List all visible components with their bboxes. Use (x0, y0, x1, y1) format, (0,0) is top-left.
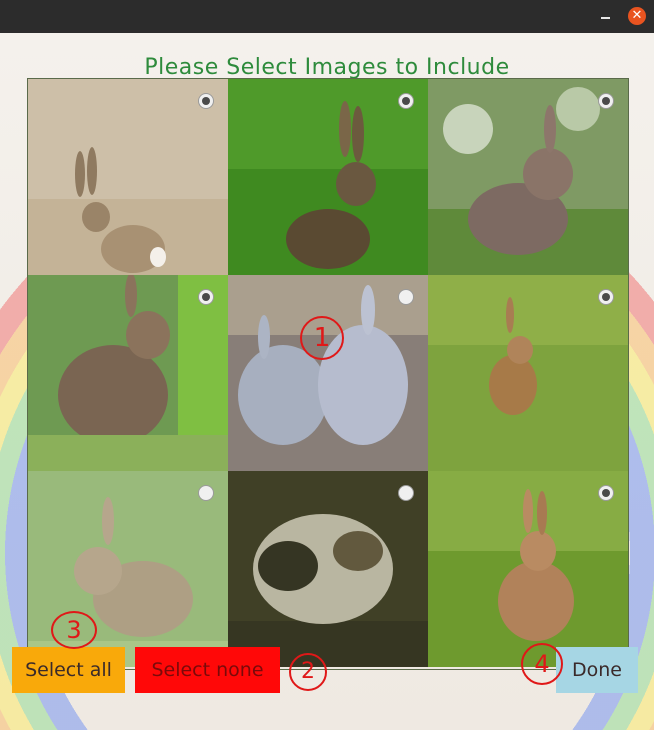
image-tile[interactable] (428, 471, 628, 667)
image-tile[interactable] (428, 79, 628, 275)
window-titlebar: ✕ (0, 0, 654, 33)
select-radio[interactable] (598, 485, 614, 501)
image-grid (27, 78, 629, 670)
rabbit-image (228, 471, 428, 667)
annotation-2: 2 (289, 653, 327, 691)
image-tile[interactable] (28, 275, 228, 471)
image-tile[interactable] (228, 275, 428, 471)
image-tile[interactable] (228, 79, 428, 275)
rabbit-image (428, 471, 628, 667)
select-all-button[interactable]: Select all (12, 647, 125, 693)
image-tile[interactable] (428, 275, 628, 471)
rabbit-image (228, 79, 428, 275)
annotation-4: 4 (521, 643, 563, 685)
image-tile[interactable] (28, 79, 228, 275)
select-radio[interactable] (598, 93, 614, 109)
rabbit-image (428, 79, 628, 275)
select-radio[interactable] (198, 289, 214, 305)
rabbit-image (428, 275, 628, 471)
select-radio[interactable] (398, 93, 414, 109)
image-tile[interactable] (228, 471, 428, 667)
rabbit-image (28, 275, 228, 471)
select-radio[interactable] (198, 93, 214, 109)
annotation-3: 3 (51, 611, 97, 649)
done-button[interactable]: Done (556, 647, 638, 693)
page-title: Please Select Images to Include (144, 55, 510, 80)
annotation-1: 1 (300, 316, 344, 360)
rabbit-image (28, 79, 228, 275)
minimize-icon[interactable] (596, 7, 614, 25)
select-radio[interactable] (398, 485, 414, 501)
dialog-canvas: Please Select Images to Include Select a… (0, 33, 654, 730)
select-radio[interactable] (198, 485, 214, 501)
select-radio[interactable] (398, 289, 414, 305)
close-icon[interactable]: ✕ (628, 7, 646, 25)
rabbit-image (228, 275, 428, 471)
select-none-button[interactable]: Select none (135, 647, 280, 693)
select-radio[interactable] (598, 289, 614, 305)
